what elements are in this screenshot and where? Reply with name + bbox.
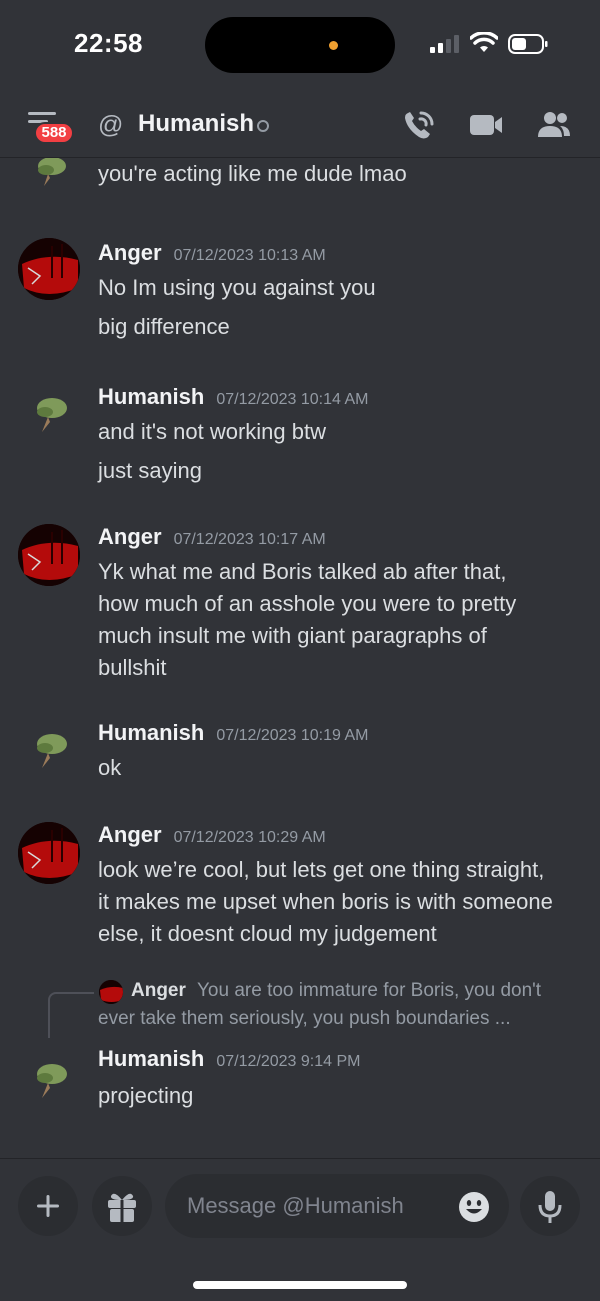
plus-icon — [37, 1195, 59, 1217]
composer-bar — [0, 1158, 600, 1301]
status-bar: 22:58 — [0, 0, 600, 95]
microphone-icon — [538, 1191, 562, 1223]
anger-avatar[interactable] — [18, 822, 80, 884]
offline-status-icon — [257, 120, 269, 132]
wifi-icon — [470, 32, 498, 52]
message-input[interactable] — [187, 1192, 437, 1220]
author-name[interactable]: Anger — [98, 524, 162, 549]
message-author[interactable]: Humanish 07/12/2023 10:14 AM — [98, 384, 368, 410]
emoji-icon[interactable] — [457, 1190, 491, 1224]
message-text: how much of an asshole you were to prett… — [98, 591, 517, 616]
message-text: look we’re cool, but lets get one thing … — [98, 857, 545, 882]
frog-avatar[interactable] — [18, 720, 80, 782]
reply-author-avatar — [99, 980, 123, 1004]
members-icon[interactable] — [536, 109, 572, 141]
gift-icon — [108, 1193, 136, 1222]
dm-recipient-name[interactable]: Humanish — [138, 110, 254, 138]
frog-image — [38, 158, 66, 186]
author-name[interactable]: Anger — [98, 822, 162, 847]
at-icon: @ — [98, 111, 124, 139]
unread-badge: 588 — [34, 122, 74, 144]
message-text: big difference — [98, 314, 230, 339]
battery-icon — [508, 34, 548, 54]
message-text: ok — [98, 755, 122, 780]
message-list[interactable]: you're acting like me dude lmao Anger 07/… — [0, 158, 600, 1158]
dynamic-island — [205, 17, 395, 73]
message-text: else, it doesnt cloud my judgement — [98, 921, 437, 946]
message-text: bullshit — [98, 655, 167, 680]
anger-image — [99, 980, 123, 1004]
message-author[interactable]: Humanish 07/12/2023 9:14 PM — [98, 1046, 360, 1072]
message-timestamp: 07/12/2023 9:14 PM — [216, 1053, 361, 1070]
message-timestamp: 07/12/2023 10:29 AM — [173, 829, 326, 846]
message-author[interactable]: Humanish 07/12/2023 10:19 AM — [98, 720, 368, 746]
home-indicator[interactable] — [193, 1281, 407, 1289]
author-name[interactable]: Humanish — [98, 384, 204, 409]
message-text: Yk what me and Boris talked ab after tha… — [98, 559, 507, 584]
anger-image — [18, 524, 80, 586]
message-timestamp: 07/12/2023 10:14 AM — [216, 391, 369, 408]
message-text: projecting — [98, 1083, 194, 1108]
anger-image — [18, 822, 80, 884]
frog-image — [37, 1064, 67, 1098]
frog-avatar[interactable] — [18, 158, 80, 210]
voice-message-button[interactable] — [520, 1176, 580, 1236]
author-name[interactable]: Humanish — [98, 720, 204, 745]
message-input-container[interactable] — [165, 1174, 509, 1238]
privacy-indicator-dot — [329, 41, 338, 50]
message-text: much insult me with giant paragraphs of — [98, 623, 487, 648]
message-author[interactable]: Anger 07/12/2023 10:13 AM — [98, 240, 326, 266]
message-text: No Im using you against you — [98, 275, 376, 300]
message-timestamp: 07/12/2023 10:13 AM — [173, 247, 326, 264]
reply-preview-text[interactable]: You are too immature for Boris, you don'… — [197, 980, 577, 1002]
message-text: you're acting like me dude lmao — [98, 161, 407, 186]
author-name[interactable]: Humanish — [98, 1046, 204, 1071]
anger-avatar[interactable] — [18, 238, 80, 300]
phone-call-icon[interactable] — [402, 109, 438, 141]
gift-button[interactable] — [92, 1176, 152, 1236]
reply-connector — [48, 992, 94, 1038]
status-time: 22:58 — [74, 28, 143, 58]
video-icon[interactable] — [468, 109, 504, 141]
reply-preview-text[interactable]: ever take them seriously, you push bound… — [98, 1008, 578, 1030]
anger-avatar[interactable] — [18, 524, 80, 586]
frog-image — [37, 734, 67, 768]
frog-image — [37, 398, 67, 432]
dm-header: 588 @ Humanish — [0, 95, 600, 158]
message-text: and it's not working btw — [98, 419, 326, 444]
message-text: it makes me upset when boris is with som… — [98, 889, 553, 914]
anger-image — [18, 238, 80, 300]
attach-button[interactable] — [18, 1176, 78, 1236]
message-timestamp: 07/12/2023 10:17 AM — [173, 531, 326, 548]
message-author[interactable]: Anger 07/12/2023 10:29 AM — [98, 822, 326, 848]
cellular-signal-icon — [430, 35, 459, 53]
message-timestamp: 07/12/2023 10:19 AM — [216, 727, 369, 744]
reply-author-name[interactable]: Anger — [131, 980, 186, 1002]
message-author[interactable]: Anger 07/12/2023 10:17 AM — [98, 524, 326, 550]
frog-avatar[interactable] — [18, 1050, 80, 1112]
frog-avatar[interactable] — [18, 384, 80, 446]
message-text: just saying — [98, 458, 202, 483]
author-name[interactable]: Anger — [98, 240, 162, 265]
